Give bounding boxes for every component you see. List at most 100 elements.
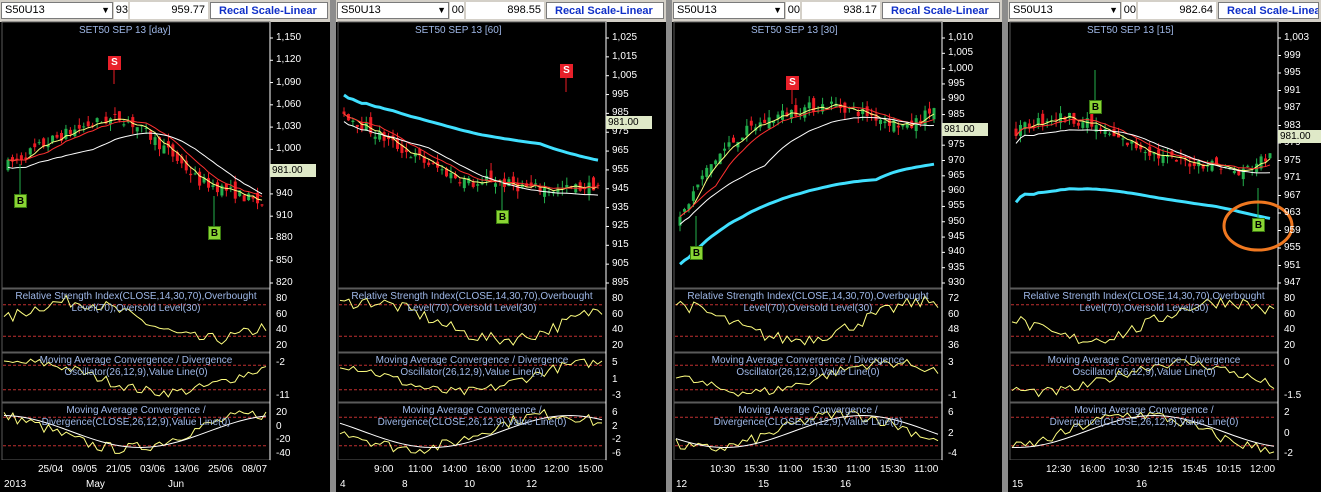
x-tick-label: 12:00 (1250, 464, 1276, 475)
rsi-tick-label: 20 (276, 340, 288, 351)
candle-body (476, 184, 480, 186)
y-tick-label: 910 (276, 210, 293, 222)
y-tick-label: 930 (948, 277, 965, 288)
macd-indicator-label: Moving Average Convergence / Divergence(… (1049, 405, 1239, 428)
candle-body (224, 183, 228, 191)
candle-body (1081, 122, 1085, 128)
y-tick-label: 1,025 (612, 32, 638, 43)
candle-body (1076, 122, 1080, 126)
rsi-tick-label: 40 (1284, 324, 1296, 336)
ma-short-line (1015, 116, 1271, 172)
plot-frame-0 (337, 21, 607, 289)
sell-signal-marker: S (560, 64, 573, 78)
osc-tick-label: 3 (948, 357, 954, 368)
y-tick-label: 1,120 (276, 54, 302, 66)
sell-signal-marker: S (786, 76, 799, 90)
candle-body (723, 148, 727, 151)
y-tick-label: 850 (276, 254, 293, 266)
osc-tick-label: -3 (612, 390, 621, 401)
y-tick-label: 965 (612, 145, 629, 157)
candle-body (82, 126, 86, 128)
x-tick-label: 21/05 (106, 464, 132, 475)
x-tick-label: 15:00 (578, 464, 604, 475)
candle-body (727, 142, 731, 147)
macd-tick-label: 6 (948, 407, 954, 418)
candle-body (28, 148, 32, 155)
macd-indicator-label: Moving Average Convergence / Divergence(… (713, 405, 903, 428)
x-tick-label: 12:30 (1046, 464, 1072, 475)
x-period-label: 4 (340, 479, 346, 490)
ma-short-line (679, 104, 935, 218)
rsi-tick-label: 60 (612, 308, 624, 320)
buy-signal-marker: B (208, 226, 221, 240)
y-tick-label: 945 (948, 231, 965, 243)
candle-body (135, 127, 139, 132)
x-tick-label: 15:30 (812, 464, 838, 475)
macd-tick-label: 0 (1284, 427, 1290, 439)
candle-body (458, 182, 462, 184)
candle-body (494, 183, 498, 187)
time-axis: 25/04 09/05 21/05 03/06 13/06 25/06 08/07 2013 M… (0, 460, 270, 492)
rsi-tick-label: 80 (612, 293, 624, 304)
candle-body (731, 137, 735, 143)
macd-tick-label: 2 (948, 427, 954, 439)
y-tick-label: 1,005 (612, 69, 638, 81)
y-tick-label: 935 (948, 261, 965, 273)
y-tick-label: 967 (1284, 189, 1301, 201)
y-tick-label: 959 (1284, 224, 1301, 236)
candle-body (1143, 152, 1147, 154)
macd-indicator-label: Moving Average Convergence / Divergence(… (377, 405, 567, 428)
macd-indicator-label: Moving Average Convergence / Divergence(… (41, 405, 231, 428)
candle-body (812, 98, 816, 113)
candle-body (843, 102, 847, 113)
macd-tick-label: 20 (276, 407, 288, 418)
candle-body (215, 182, 219, 193)
candle-body (794, 105, 798, 117)
y-tick-label: 925 (612, 220, 629, 232)
rsi-indicator-label: Relative Strength Index(CLOSE,14,30,70),… (1023, 291, 1265, 314)
x-tick-label: 08/07 (242, 464, 268, 475)
candle-body (449, 173, 453, 179)
ma-mid-line (7, 120, 263, 197)
y-tick-label: 945 (612, 182, 629, 194)
y-tick-label: 1,090 (276, 76, 302, 88)
rsi-tick-label: 60 (1284, 308, 1296, 320)
candle-body (932, 108, 936, 120)
y-tick-label: 905 (612, 258, 629, 270)
candle-body (749, 120, 753, 126)
candle-body (33, 143, 37, 148)
x-tick-label: 11:00 (408, 464, 433, 475)
candle-body (691, 191, 695, 201)
x-tick-label: 12:15 (1148, 464, 1174, 475)
candle-body (807, 102, 811, 109)
candle-body (189, 173, 193, 176)
x-tick-label: 15:30 (880, 464, 906, 475)
y-tick-label: 985 (948, 108, 965, 120)
x-tick-label: 10:30 (710, 464, 736, 475)
candle-body (910, 120, 914, 128)
y-tick-label: 1,060 (276, 98, 302, 110)
candle-body (153, 137, 157, 145)
y-tick-label: 915 (612, 239, 629, 251)
x-period-label: 12 (676, 479, 688, 490)
y-tick-label: 895 (612, 277, 629, 288)
x-tick-label: 15:45 (1182, 464, 1208, 475)
y-tick-label: 950 (948, 215, 965, 227)
x-period-label: 16 (1136, 479, 1148, 490)
y-tick-label: 940 (276, 187, 293, 199)
buy-signal-marker: B (14, 194, 27, 208)
candle-body (745, 125, 749, 136)
osc-tick-label: 0 (1284, 357, 1290, 368)
osc-indicator-label: Moving Average Convergence / Divergence … (1047, 355, 1241, 378)
time-axis: 12:30 16:00 10:30 12:15 15:45 10:15 12:00 15 16 (1008, 460, 1278, 492)
x-tick-label: 12:00 (544, 464, 570, 475)
candle-body (1121, 138, 1125, 140)
sell-signal-marker: S (108, 56, 121, 70)
macd-tick-label: 6 (612, 407, 618, 418)
x-period-label: 16 (840, 479, 852, 490)
candle-body (856, 111, 860, 116)
candle-body (1103, 129, 1107, 135)
candle-body (122, 124, 126, 126)
y-tick-label: 999 (1284, 49, 1301, 61)
candle-body (678, 216, 682, 226)
